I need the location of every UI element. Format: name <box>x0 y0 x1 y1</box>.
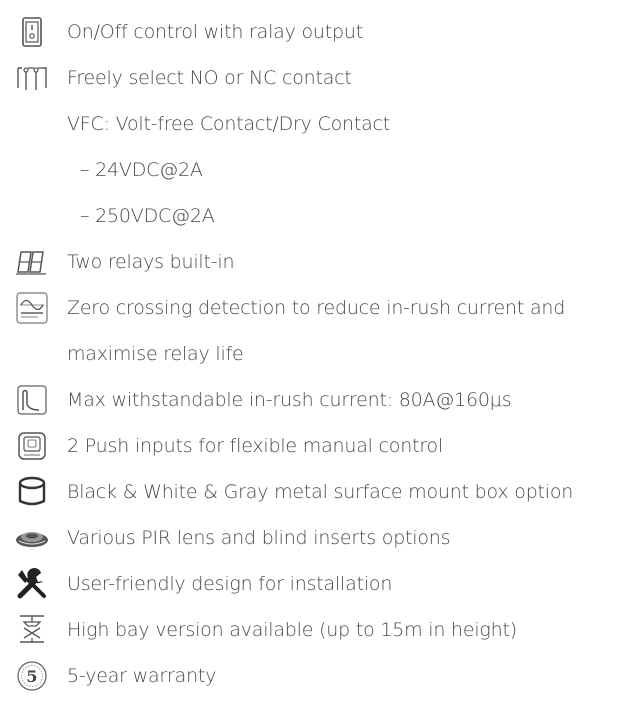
feature-item: Various PIR lens and blind inserts optio… <box>0 518 625 558</box>
feature-subitem: VFC: Volt-free Contact/Dry Contact <box>0 104 625 144</box>
feature-item: Zero crossing detection to reduce in-rus… <box>0 288 625 328</box>
feature-item: User-friendly design for installation <box>0 564 625 604</box>
feature-text: Max withstandable in-rush current: 80A@1… <box>67 389 512 411</box>
feature-item: High bay version available (up to 15m in… <box>0 610 625 650</box>
zero-crossing-icon <box>14 290 50 326</box>
pir-lens-icon <box>14 520 50 556</box>
feature-item: 2 Push inputs for flexible manual contro… <box>0 426 625 466</box>
feature-subitem: – 250VDC@2A <box>0 196 625 236</box>
feature-subtext: VFC: Volt-free Contact/Dry Contact <box>67 113 391 135</box>
warranty-icon: 5 <box>14 658 50 694</box>
inrush-current-icon <box>14 382 50 418</box>
warranty-number: 5 <box>26 667 37 686</box>
feature-text: On/Off control with ralay output <box>67 21 363 43</box>
feature-item: On/Off control with ralay output <box>0 12 625 52</box>
feature-text: Two relays built-in <box>67 251 235 273</box>
feature-text: 2 Push inputs for flexible manual contro… <box>67 435 444 457</box>
two-relays-icon <box>14 244 50 280</box>
feature-subitem: maximise relay life <box>0 334 625 374</box>
feature-text: Freely select NO or NC contact <box>67 67 352 89</box>
feature-text: Zero crossing detection to reduce in-rus… <box>67 297 566 319</box>
high-bay-icon <box>14 612 50 648</box>
mount-box-icon <box>14 474 50 510</box>
feature-subtext: – 250VDC@2A <box>80 205 215 227</box>
feature-subitem: – 24VDC@2A <box>0 150 625 190</box>
push-input-icon <box>14 428 50 464</box>
feature-text: High bay version available (up to 15m in… <box>67 619 517 641</box>
feature-text: 5-year warranty <box>67 665 217 687</box>
feature-subtext: – 24VDC@2A <box>80 159 203 181</box>
feature-item: Freely select NO or NC contact <box>0 58 625 98</box>
feature-item: Max withstandable in-rush current: 80A@1… <box>0 380 625 420</box>
switch-icon <box>14 14 50 50</box>
feature-item: Black & White & Gray metal surface mount… <box>0 472 625 512</box>
contact-icon <box>14 60 50 96</box>
feature-subtext: maximise relay life <box>67 343 244 365</box>
feature-text: Black & White & Gray metal surface mount… <box>67 481 574 503</box>
feature-item: 5 5-year warranty <box>0 656 625 696</box>
tools-icon <box>14 566 50 602</box>
feature-text: User-friendly design for installation <box>67 573 393 595</box>
feature-item: Two relays built-in <box>0 242 625 282</box>
feature-text: Various PIR lens and blind inserts optio… <box>67 527 451 549</box>
